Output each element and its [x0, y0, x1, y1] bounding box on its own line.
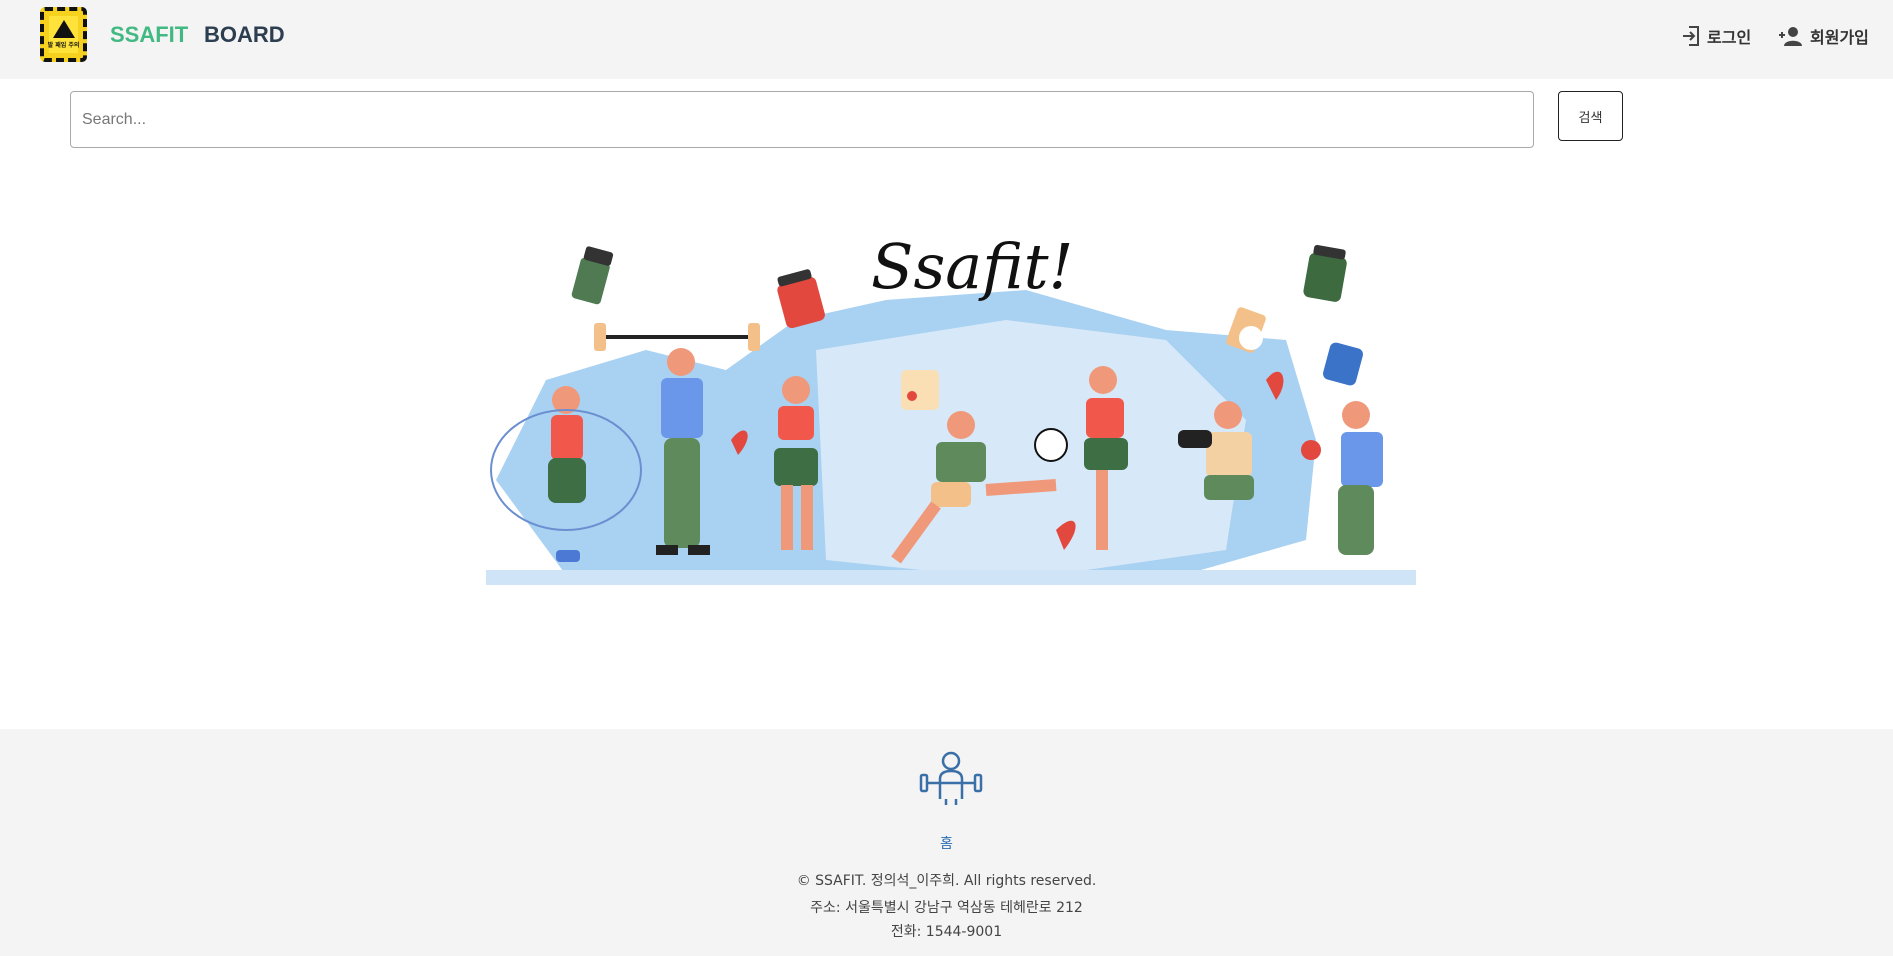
- signup-label: 회원가입: [1810, 28, 1869, 47]
- nav-board-link[interactable]: BOARD: [204, 22, 285, 48]
- protein-jar-icon: [777, 269, 825, 329]
- vitamin-jar-icon: [1323, 342, 1363, 386]
- add-user-icon: [1779, 27, 1802, 46]
- footer-copyright: © SSAFIT. 정의석_이주희. All rights reserved.: [796, 873, 1097, 889]
- footer-home-link[interactable]: 홈: [0, 833, 1893, 853]
- signup-link[interactable]: 회원가입: [1778, 24, 1869, 48]
- login-label: 로그인: [1707, 28, 1752, 47]
- login-icon: [1683, 26, 1699, 46]
- top-navbar: 발 패임 주의 SSAFIT BOARD 로그인 회원가입: [0, 0, 1893, 79]
- ground-shape: [486, 570, 1416, 585]
- figure-kettlebell: [1301, 401, 1383, 555]
- footer-address: 주소: 서울특별시 강남구 역삼동 테헤란로 212: [810, 900, 1083, 916]
- footer: 홈 © SSAFIT. 정의석_이주희. All rights reserved…: [0, 729, 1893, 956]
- hero-illustration: Ssafit!: [486, 230, 1416, 585]
- nav-ssafit-link[interactable]: SSAFIT: [110, 22, 188, 48]
- search-button[interactable]: 검색: [1558, 91, 1623, 141]
- barbell-icon: [594, 323, 760, 351]
- jar-icon: [901, 370, 939, 410]
- soccer-ball-icon: [1034, 428, 1068, 462]
- login-link[interactable]: 로그인: [1681, 24, 1751, 48]
- weightlifter-icon: [919, 751, 983, 805]
- warning-sign-icon: 발 패임 주의: [47, 16, 80, 53]
- logo[interactable]: 발 패임 주의: [40, 7, 87, 62]
- shaker-bottle-icon: [571, 246, 614, 305]
- supplement-jar-icon: [1303, 244, 1347, 302]
- logo-caption: 발 패임 주의: [47, 42, 80, 49]
- background-shape-light: [816, 320, 1246, 580]
- footer-phone: 전화: 1544-9001: [890, 924, 1003, 940]
- hero-title: Ssafit!: [871, 230, 1073, 303]
- search-input[interactable]: [70, 91, 1534, 148]
